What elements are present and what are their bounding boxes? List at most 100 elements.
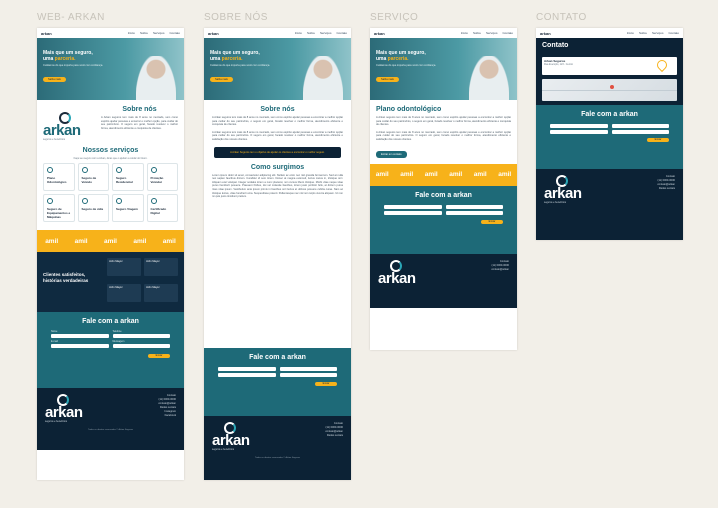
nav-link-sobre[interactable]: Sobre (639, 31, 647, 35)
partner-logo: amil (498, 171, 512, 179)
message-field[interactable] (445, 210, 503, 215)
phone-field[interactable] (112, 334, 170, 338)
message-field[interactable] (611, 130, 669, 134)
service-card[interactable]: Proteção Veicular (146, 163, 178, 191)
partner-logo: amil (45, 237, 59, 245)
nav-link-inicio[interactable]: Início (627, 31, 634, 35)
copyright: Todos os direitos reservados © Arkan Seg… (254, 457, 301, 459)
artboard-contato: arkan Início Sobre Serviços Contato Cont… (536, 28, 683, 240)
name-field[interactable] (550, 124, 608, 128)
name-field[interactable] (218, 367, 276, 371)
contact-form-section: Fale com a arkan Enviar (536, 105, 683, 169)
nav-link-sobre[interactable]: Sobre (140, 31, 148, 35)
footer-brand-tagline: seguros e benefícios (45, 420, 68, 423)
tooth-icon (47, 167, 53, 173)
email-field[interactable] (384, 210, 442, 215)
column-title-web-arkan: WEB- ARKAN (37, 12, 105, 23)
partner-logo: amil (424, 171, 438, 179)
service-card[interactable]: Seguro de Veículo (77, 163, 109, 191)
partner-logo: amil (162, 237, 176, 245)
partner-logo: amil (400, 171, 414, 179)
field-label: Mensagem (112, 340, 125, 343)
hero-cta-button[interactable]: Saiba mais (376, 77, 399, 82)
partners-ribbon: amil amil amil amil amil (37, 230, 184, 252)
send-button[interactable]: Enviar (315, 382, 337, 386)
message-field[interactable] (112, 344, 170, 348)
testimonial-card: John Mayer (107, 283, 141, 302)
nav-link-inicio[interactable]: Início (128, 31, 135, 35)
footer-brand-tagline: seguros e benefícios (212, 448, 235, 451)
email-field[interactable] (550, 130, 608, 134)
hero-cta-button[interactable]: Saiba mais (43, 77, 66, 82)
partner-logo: amil (375, 171, 389, 179)
footer-brand-word: arkan (378, 269, 416, 287)
column-title-servico: SERVIÇO (370, 12, 419, 23)
column-title-contato: CONTATO (536, 12, 587, 23)
about-title: Sobre nós (260, 106, 295, 113)
artboard-servico: arkan Início Sobre Serviços Contato Mais… (370, 28, 517, 350)
footer: arkan seguros e benefícios Contato (11) … (204, 416, 351, 480)
nav-link-sobre[interactable]: Sobre (473, 31, 481, 35)
contact-form-section: Fale com a arkan Enviar (204, 348, 351, 416)
nav-logo[interactable]: arkan (540, 31, 551, 36)
footer: arkan Contato (11) 0000-0000 contato@ark… (370, 253, 517, 308)
field-label: Telefone (112, 330, 122, 333)
house-icon (116, 167, 122, 173)
send-button[interactable]: Enviar (148, 354, 170, 358)
nav-link-servicos[interactable]: Serviços (320, 31, 332, 35)
footer-info: Contato (11) 0000-0000 contato@arkan Red… (657, 175, 675, 190)
nav-link-contato[interactable]: Contato (336, 31, 347, 35)
send-button[interactable]: Enviar (481, 219, 503, 224)
nav-link-contato[interactable]: Contato (169, 31, 180, 35)
phone-field[interactable] (279, 367, 337, 371)
phone-field[interactable] (445, 204, 503, 209)
message-field[interactable] (279, 373, 337, 377)
hero-banner: Mais que um seguro, uma parceria. Cuidam… (370, 38, 517, 100)
nav-link-contato[interactable]: Contato (668, 31, 679, 35)
nav-link-sobre[interactable]: Sobre (307, 31, 315, 35)
phone-field[interactable] (611, 124, 669, 128)
services-grid: Plano Odontológico Seguro de Veículo Seg… (37, 163, 184, 222)
nav-logo[interactable]: arkan (374, 31, 385, 36)
contact-button[interactable]: Entrar em contato (376, 150, 407, 158)
partners-ribbon: amil amil amil amil amil amil (370, 163, 517, 186)
hero-banner: Mais que um seguro, uma parceria. Cuidam… (37, 38, 184, 100)
hero-banner: Mais que um seguro, uma parceria. Cuidam… (204, 38, 351, 100)
about-title: Sobre nós (122, 106, 157, 113)
partner-logo: amil (103, 237, 117, 245)
map[interactable] (542, 79, 677, 101)
service-card[interactable]: Seguro de Equipamentos e Máquinas (43, 194, 75, 222)
footer-brand-word: arkan (212, 432, 250, 449)
brand-word: arkan (43, 122, 81, 139)
email-field[interactable] (51, 344, 109, 348)
nav-logo[interactable]: arkan (41, 31, 52, 36)
gear-icon (47, 198, 53, 204)
nav-link-contato[interactable]: Contato (502, 31, 513, 35)
brand-logo: arkan seguros e benefícios (43, 106, 97, 141)
name-field[interactable] (384, 204, 442, 209)
nav-link-inicio[interactable]: Início (295, 31, 302, 35)
certificate-icon (150, 198, 157, 204)
service-text-2: A Arkan seguros tem mais de 8 anos no me… (376, 130, 511, 141)
contact-form-section: Fale com a arkan Enviar (370, 185, 517, 254)
service-card[interactable]: Seguro Residencial (112, 163, 144, 191)
footer: arkan seguros e benefícios Contato (11) … (536, 169, 683, 229)
service-card[interactable]: Seguro de vida (77, 194, 109, 222)
nav-logo[interactable]: arkan (208, 31, 219, 36)
send-button[interactable]: Enviar (647, 138, 669, 142)
shield-icon (150, 167, 157, 173)
partner-logo: amil (449, 171, 463, 179)
name-field[interactable] (51, 334, 109, 338)
hero-cta-button[interactable]: Saiba mais (210, 77, 233, 82)
how-text: Lorem ipsum dolor sit amet, consectetur … (212, 173, 343, 199)
email-field[interactable] (218, 373, 276, 377)
nav-link-servicos[interactable]: Serviços (486, 31, 498, 35)
nav-bar: arkan Início Sobre Serviços Contato (204, 28, 351, 38)
nav-link-inicio[interactable]: Início (461, 31, 468, 35)
service-card[interactable]: Plano Odontológico (43, 163, 75, 191)
footer-info: Contato (11) 0000-0000 contato@arkan Red… (158, 394, 176, 417)
service-card[interactable]: Seguro Viagem (112, 194, 144, 222)
nav-link-servicos[interactable]: Serviços (153, 31, 165, 35)
service-card[interactable]: Certificado Digital (146, 194, 178, 222)
nav-link-servicos[interactable]: Serviços (652, 31, 664, 35)
